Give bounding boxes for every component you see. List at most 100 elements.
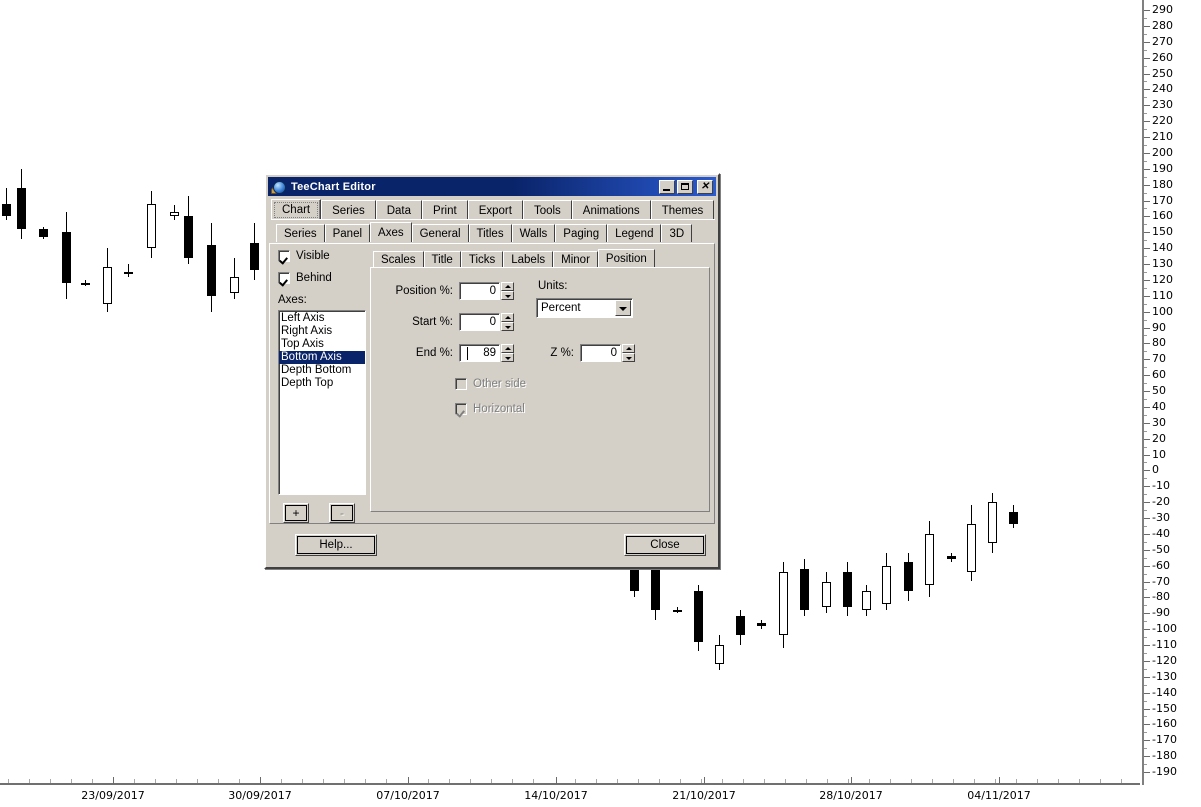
tab-chart[interactable]: Chart: [271, 199, 322, 220]
ptab-minor[interactable]: Minor: [553, 251, 598, 268]
x-axis-minor-tick: [974, 779, 975, 783]
y-axis-minor-tick: [1144, 271, 1147, 273]
minimize-button[interactable]: [659, 179, 675, 194]
y-axis-minor-tick: [1144, 525, 1147, 527]
subtab-3d[interactable]: 3D: [661, 224, 693, 242]
y-axis-tick: [1144, 756, 1150, 758]
z-percent-spin-buttons[interactable]: [622, 344, 635, 362]
other-side-checkbox-box[interactable]: [455, 378, 467, 390]
start-percent-spin-up[interactable]: [501, 313, 514, 322]
right-axis-line: [1142, 0, 1144, 785]
right-value-axis[interactable]: 290 280 270 260 250 240 230 220 210 200 190 180 170 1…: [1142, 0, 1201, 790]
y-axis-tick: [1144, 311, 1150, 313]
help-button[interactable]: Help...: [295, 534, 377, 556]
axes-listbox[interactable]: Left Axis Right Axis Top Axis Bottom Axi…: [278, 310, 366, 495]
y-axis-label: 120: [1152, 272, 1173, 286]
axes-list-item-right-axis[interactable]: Right Axis: [279, 325, 365, 338]
tab-series-label: Series: [332, 204, 365, 217]
axes-list-item-top-axis[interactable]: Top Axis: [279, 338, 365, 351]
start-percent-spinner[interactable]: 0: [459, 313, 514, 331]
z-percent-spinner[interactable]: 0: [580, 344, 635, 362]
y-axis-label: -170: [1152, 733, 1177, 747]
end-percent-spin-down[interactable]: [501, 353, 514, 362]
subtab-legend[interactable]: Legend: [607, 224, 662, 242]
z-percent-spin-down[interactable]: [622, 353, 635, 362]
tab-print[interactable]: Print: [422, 200, 468, 220]
units-combobox[interactable]: Percent: [536, 298, 633, 318]
tab-export[interactable]: Export: [467, 200, 523, 220]
y-axis-label: 50: [1152, 384, 1166, 397]
start-percent-spin-buttons[interactable]: [501, 313, 514, 331]
y-axis-label: 170: [1152, 193, 1173, 207]
behind-checkbox-box[interactable]: [278, 272, 290, 284]
tab-print-label: Print: [433, 204, 457, 217]
start-percent-input[interactable]: 0: [459, 313, 500, 331]
subtab-walls[interactable]: Walls: [511, 224, 556, 242]
main-tab-bar[interactable]: Chart Series Data Print Export Tools Ani…: [271, 199, 715, 220]
y-axis-label: 180: [1152, 177, 1173, 191]
z-percent-input[interactable]: 0: [580, 344, 621, 362]
horizontal-checkbox-box[interactable]: [455, 403, 467, 415]
tab-series[interactable]: Series: [321, 200, 376, 220]
ptab-position[interactable]: Position: [597, 249, 655, 268]
end-percent-spinner[interactable]: 89: [459, 344, 514, 362]
axes-list-item-depth-top[interactable]: Depth Top: [279, 377, 365, 390]
ptab-scales[interactable]: Scales: [373, 251, 424, 268]
y-axis-minor-tick: [1144, 240, 1147, 242]
axes-list-item-depth-bottom[interactable]: Depth Bottom: [279, 364, 365, 377]
subtab-titles[interactable]: Titles: [468, 224, 512, 242]
position-percent-spinner[interactable]: 0: [459, 282, 514, 300]
candle-body: [207, 244, 216, 296]
tab-themes[interactable]: Themes: [650, 200, 715, 220]
position-percent-spin-buttons[interactable]: [501, 282, 514, 300]
tab-animations[interactable]: Animations: [571, 200, 651, 220]
axes-list-item-left-axis[interactable]: Left Axis: [279, 312, 365, 325]
close-button[interactable]: Close: [624, 534, 706, 556]
dialog-titlebar[interactable]: TeeChart Editor ✕: [268, 177, 716, 196]
y-axis-label: 200: [1152, 145, 1173, 159]
y-axis-tick: [1144, 660, 1150, 662]
tab-data[interactable]: Data: [375, 200, 423, 220]
subtab-paging[interactable]: Paging: [555, 224, 608, 242]
candle-body: [779, 571, 788, 636]
y-axis-label: 290: [1152, 3, 1173, 16]
end-percent-spin-buttons[interactable]: [501, 344, 514, 362]
other-side-checkbox[interactable]: Other side: [455, 378, 526, 390]
z-percent-spin-up[interactable]: [622, 344, 635, 353]
start-percent-spin-down[interactable]: [501, 322, 514, 331]
y-axis-label: 250: [1152, 66, 1173, 80]
subtab-series[interactable]: Series: [276, 224, 325, 242]
ptab-labels[interactable]: Labels: [503, 251, 554, 268]
chevron-down-icon[interactable]: [615, 300, 631, 316]
axis-property-tab-bar[interactable]: Scales Title Ticks Labels Minor Position: [373, 249, 709, 268]
y-axis-label: -10: [1152, 479, 1170, 493]
subtab-general[interactable]: General: [411, 224, 469, 242]
y-axis-tick: [1144, 216, 1150, 218]
end-percent-spin-up[interactable]: [501, 344, 514, 353]
x-axis-minor-tick: [785, 779, 786, 783]
help-button-label: Help...: [319, 539, 353, 551]
behind-checkbox[interactable]: Behind: [278, 272, 368, 284]
close-button-titlebar[interactable]: ✕: [697, 179, 713, 194]
visible-checkbox[interactable]: Visible: [278, 250, 368, 262]
visible-checkbox-box[interactable]: [278, 250, 290, 262]
z-percent-label: Z %:: [550, 347, 574, 359]
position-percent-spin-down[interactable]: [501, 291, 514, 300]
chart-sub-tab-bar[interactable]: Series Panel Axes General Titles Walls P…: [276, 222, 693, 242]
axes-list-item-bottom-axis[interactable]: Bottom Axis: [279, 351, 365, 364]
bottom-date-axis[interactable]: 23/09/2017 30/09/2017 07/10/2017 14/10/2017…: [0, 775, 1145, 807]
remove-axis-button[interactable]: -: [329, 503, 355, 523]
end-percent-input[interactable]: 89: [459, 344, 500, 362]
tab-tools[interactable]: Tools: [522, 200, 572, 220]
maximize-button[interactable]: [677, 179, 693, 194]
horizontal-checkbox[interactable]: Horizontal: [455, 403, 525, 415]
ptab-title[interactable]: Title: [423, 251, 461, 268]
position-percent-input[interactable]: 0: [459, 282, 500, 300]
x-axis-minor-tick: [365, 779, 366, 783]
subtab-axes[interactable]: Axes: [370, 222, 412, 242]
add-axis-button[interactable]: +: [283, 503, 309, 523]
position-percent-spin-up[interactable]: [501, 282, 514, 291]
ptab-ticks[interactable]: Ticks: [460, 251, 504, 268]
behind-checkbox-label: Behind: [296, 272, 332, 284]
subtab-panel[interactable]: Panel: [324, 224, 371, 242]
